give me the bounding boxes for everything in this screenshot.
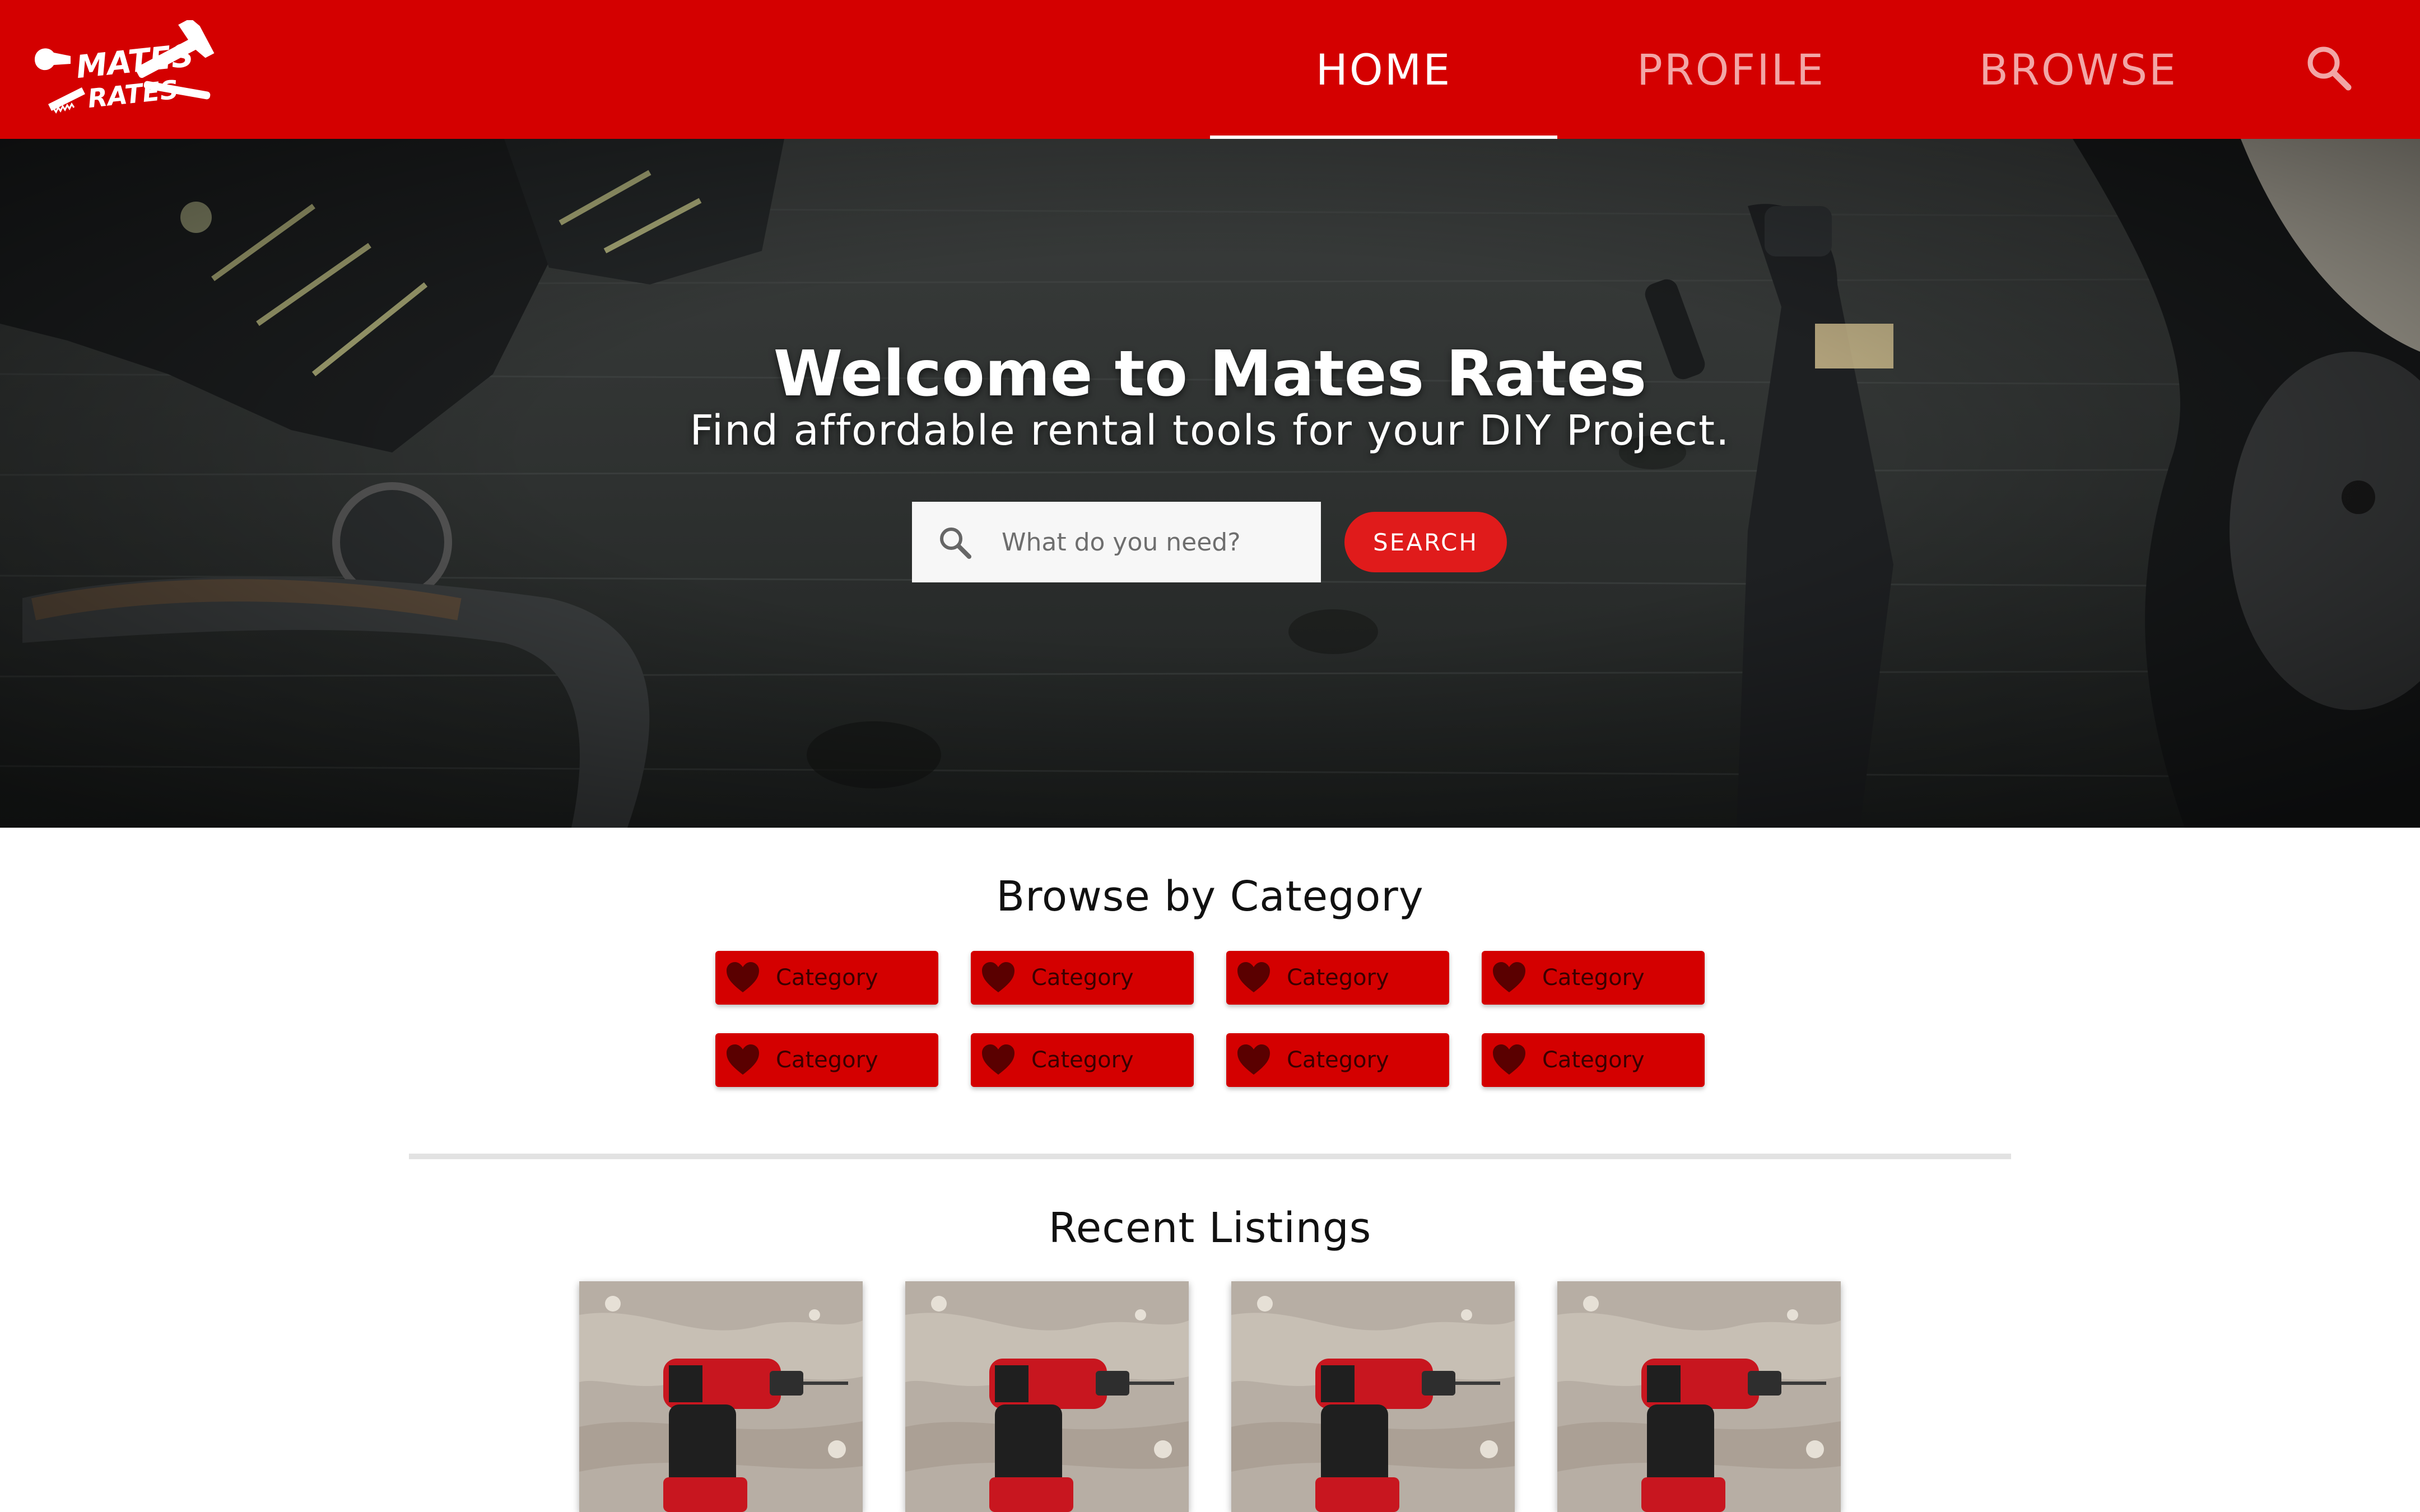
category-button[interactable]: Category xyxy=(1226,951,1449,1005)
category-label: Category xyxy=(1031,1047,1134,1073)
category-button[interactable]: Category xyxy=(1482,1033,1705,1087)
listing-card[interactable] xyxy=(1557,1281,1841,1512)
category-button[interactable]: Category xyxy=(1226,1033,1449,1087)
top-navbar: MATES RATES HOME PROFILE BROWSE xyxy=(0,0,2420,139)
category-button[interactable]: Category xyxy=(971,951,1194,1005)
category-label: Category xyxy=(1542,965,1645,991)
category-button[interactable]: Category xyxy=(715,1033,938,1087)
listing-card[interactable] xyxy=(905,1281,1189,1512)
drill-photo xyxy=(905,1281,1189,1512)
listing-card[interactable] xyxy=(579,1281,863,1512)
drill-photo xyxy=(1231,1281,1515,1512)
category-button[interactable]: Category xyxy=(971,1033,1194,1087)
hero-title: Welcome to Mates Rates xyxy=(773,338,1647,410)
mates-rates-logo[interactable]: MATES RATES xyxy=(31,18,216,115)
search-icon[interactable] xyxy=(2303,43,2354,93)
category-label: Category xyxy=(1287,965,1389,991)
hero-subtitle: Find affordable rental tools for your DI… xyxy=(690,407,1730,455)
heart-icon xyxy=(982,1044,1014,1075)
heart-icon xyxy=(1493,1044,1525,1075)
drill-photo xyxy=(579,1281,863,1512)
heart-icon xyxy=(1493,962,1525,992)
hero-banner: Welcome to Mates Rates Find affordable r… xyxy=(0,139,2420,828)
heart-icon xyxy=(727,1044,759,1075)
search-input[interactable] xyxy=(1000,527,1292,557)
category-button[interactable]: Category xyxy=(715,951,938,1005)
listing-card[interactable] xyxy=(1231,1281,1515,1512)
drill-photo xyxy=(1557,1281,1841,1512)
category-label: Category xyxy=(776,1047,878,1073)
category-label: Category xyxy=(1287,1047,1389,1073)
nav-home[interactable]: HOME xyxy=(1210,0,1557,139)
tools-background-image xyxy=(0,139,2420,828)
section-divider xyxy=(409,1154,2011,1159)
heart-icon xyxy=(1237,1044,1270,1075)
recent-listings-heading: Recent Listings xyxy=(1048,1204,1372,1252)
search-button[interactable]: SEARCH xyxy=(1344,512,1507,572)
category-label: Category xyxy=(1542,1047,1645,1073)
browse-category-heading: Browse by Category xyxy=(996,872,1424,921)
category-label: Category xyxy=(1031,965,1134,991)
category-button[interactable]: Category xyxy=(1482,951,1705,1005)
category-label: Category xyxy=(776,965,878,991)
heart-icon xyxy=(727,962,759,992)
heart-icon xyxy=(1237,962,1270,992)
nav-browse[interactable]: BROWSE xyxy=(1905,0,2252,139)
heart-icon xyxy=(982,962,1014,992)
search-icon xyxy=(940,528,971,559)
nav-profile[interactable]: PROFILE xyxy=(1557,0,1905,139)
hero-search-field[interactable] xyxy=(912,502,1321,582)
